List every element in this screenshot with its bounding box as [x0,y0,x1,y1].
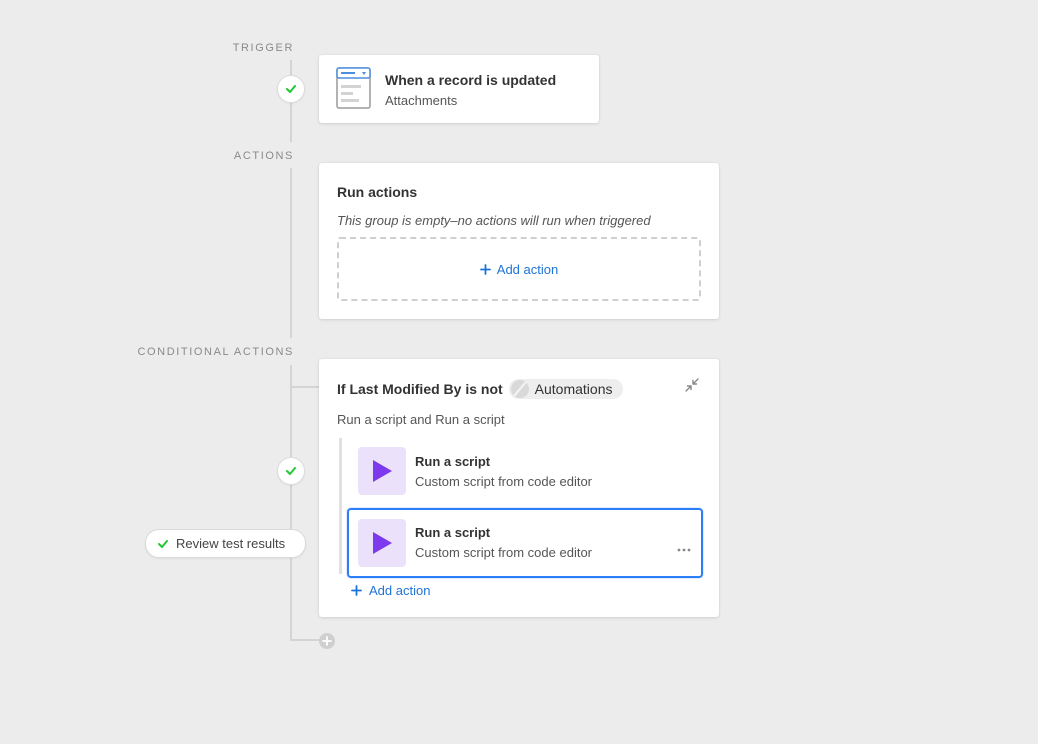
flow-end-connector [290,639,320,641]
trigger-subtitle: Attachments [385,93,458,108]
condition-summary: Run a script and Run a script [337,412,505,427]
play-icon [373,460,392,482]
check-icon [286,85,296,93]
more-options-button[interactable] [677,540,691,552]
run-script-action-2[interactable]: Run a script Custom script from code edi… [347,508,703,578]
script-tile-1 [358,447,406,495]
condition-text: If Last Modified By is not [337,381,503,397]
check-icon [286,467,296,475]
collapse-button[interactable] [685,378,699,392]
more-icon [677,548,691,552]
check-icon [158,539,168,548]
add-action-link[interactable]: Add action [351,583,430,598]
trigger-section-label: TRIGGER [232,42,294,54]
action-2-subtitle: Custom script from code editor [415,545,593,560]
add-action-label: Add action [496,261,559,277]
automations-avatar [510,380,529,398]
condition-value: Automations [534,381,613,397]
plus-icon [479,263,491,275]
run-actions-title: Run actions [337,184,418,200]
flow-line-conditional [290,365,292,641]
flow-branch-connector [290,386,320,388]
run-actions-card: Run actions This group is empty–no actio… [319,163,719,319]
plus-icon [351,585,362,596]
conditional-actions-section-label: CONDITIONAL ACTIONS [137,346,294,358]
action-group-rail [339,438,342,574]
script-tile-2 [358,519,406,567]
trigger-title: When a record is updated [385,72,557,88]
collapse-icon [685,378,699,392]
review-test-results-button[interactable]: Review test results [145,529,306,558]
conditional-actions-card: If Last Modified By is not Automations R… [319,359,719,617]
play-icon [373,532,392,554]
condition-value-pill: Automations [508,379,623,399]
action-2-title: Run a script [415,525,491,540]
run-script-action-1[interactable]: Run a script Custom script from code edi… [349,441,701,501]
empty-group-note: This group is empty–no actions will run … [337,213,651,228]
actions-section-label: ACTIONS [233,150,294,162]
add-action-link-label: Add action [369,583,431,598]
action-1-title: Run a script [415,454,491,469]
trigger-status-check [277,75,305,103]
conditional-status-check [277,457,305,485]
review-test-results-label: Review test results [176,536,286,551]
add-action-dropzone[interactable]: Add action [337,237,701,301]
trigger-card[interactable]: When a record is updated Attachments [319,55,599,123]
condition-header[interactable]: If Last Modified By is not Automations [337,379,623,399]
record-updated-icon [336,67,372,109]
action-1-subtitle: Custom script from code editor [415,474,593,489]
flow-line-actions [290,168,292,338]
plus-icon [322,636,332,646]
add-step-button[interactable] [319,633,335,649]
